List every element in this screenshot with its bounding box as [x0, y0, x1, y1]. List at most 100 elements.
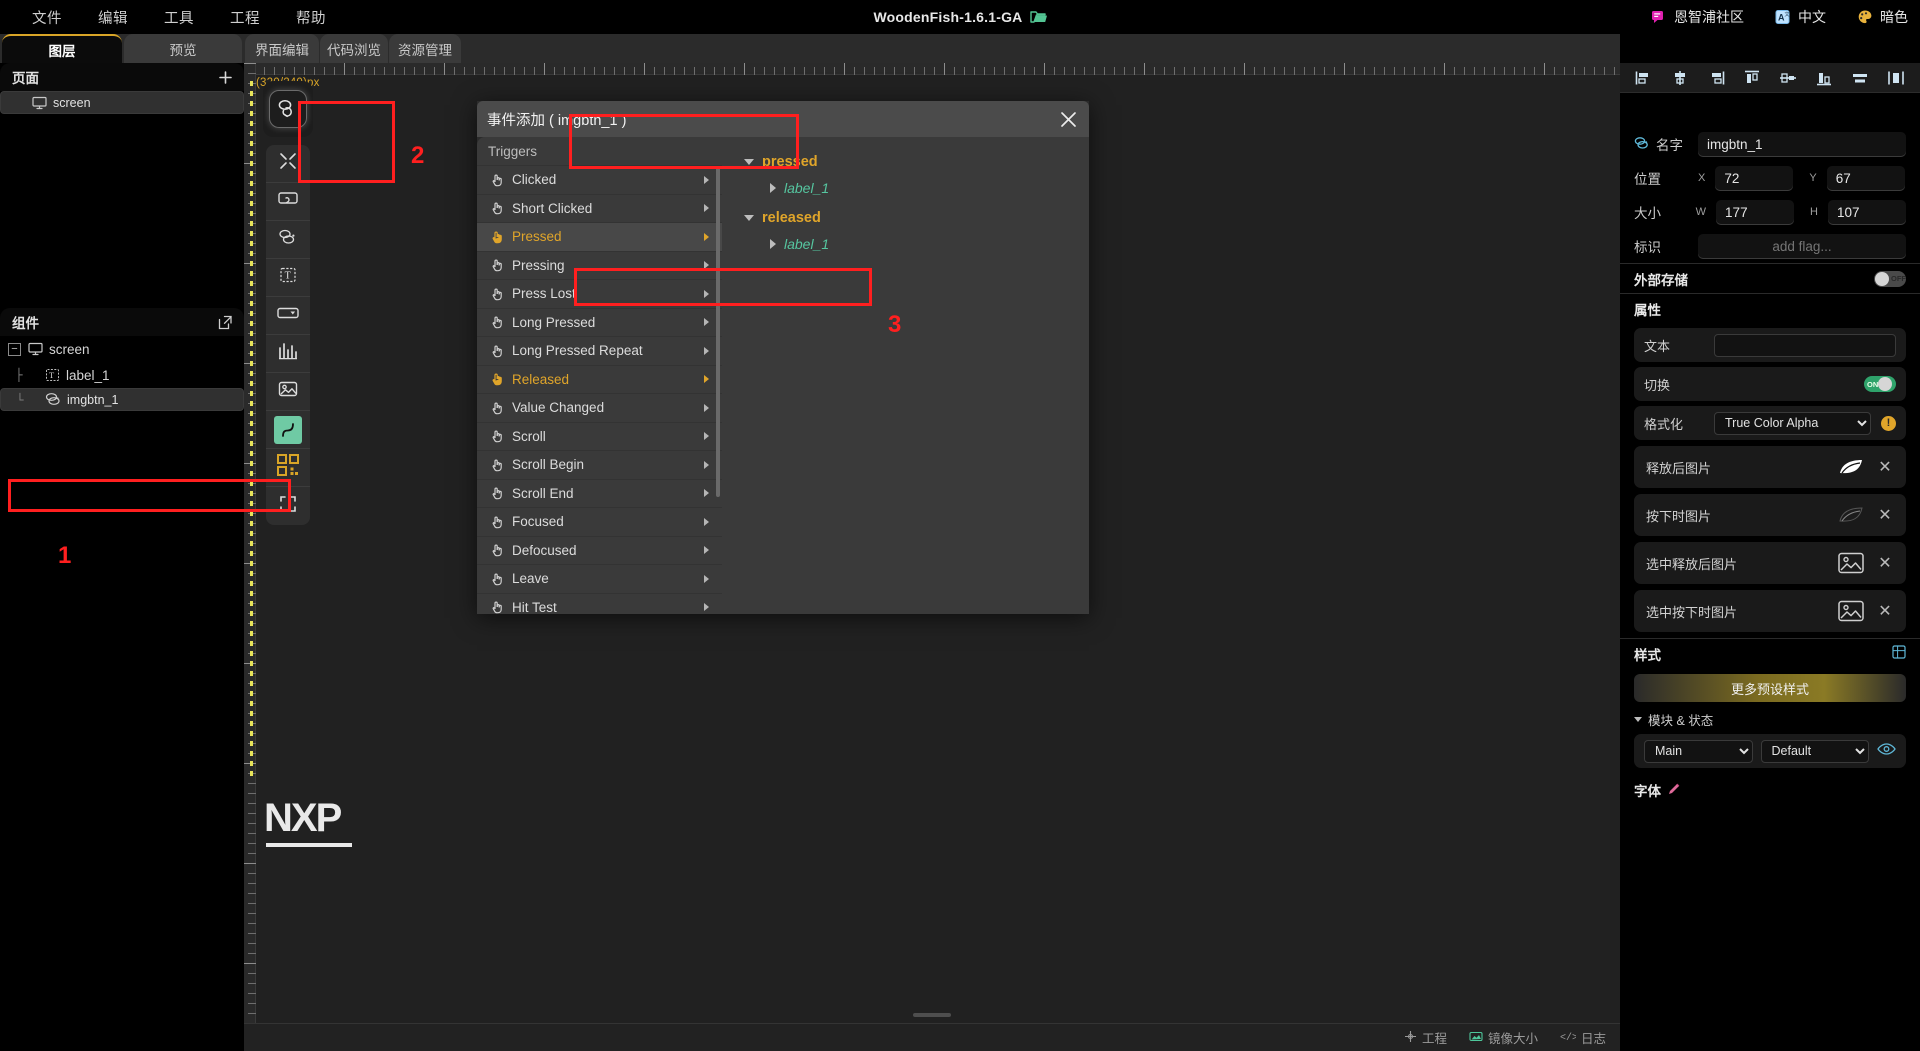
tab-ui-edit[interactable]: 界面编辑: [245, 34, 319, 63]
align-bottom-icon[interactable]: [1812, 67, 1836, 89]
close-icon[interactable]: ✕: [1876, 457, 1894, 477]
tree-item-imgbtn-1[interactable]: └ imgbtn_1: [0, 388, 244, 411]
state-select[interactable]: DefaultPressedCheckedDisabled: [1760, 739, 1869, 763]
image-slot-thumbnail[interactable]: [1836, 551, 1866, 575]
image-slot-thumbnail[interactable]: [1836, 503, 1866, 527]
trigger-item-long-pressed-repeat[interactable]: Long Pressed Repeat: [477, 336, 722, 365]
chevron-down-icon[interactable]: [1634, 717, 1642, 722]
status-project[interactable]: 工程: [1404, 1028, 1447, 1047]
trigger-item-long-pressed[interactable]: Long Pressed: [477, 307, 722, 337]
status-log[interactable]: </> 日志: [1560, 1028, 1606, 1047]
image-slot-thumbnail[interactable]: [1836, 599, 1866, 623]
event-node-released[interactable]: released: [722, 205, 1089, 231]
position-y-input[interactable]: [1826, 165, 1905, 191]
triggers-scrollbar[interactable]: [716, 167, 720, 497]
page-item-screen[interactable]: screen: [0, 91, 244, 114]
tab-resources[interactable]: 资源管理: [389, 34, 461, 63]
close-icon[interactable]: ✕: [1876, 601, 1894, 621]
trigger-item-hit-test[interactable]: Hit Test: [477, 592, 722, 614]
trigger-item-pressed[interactable]: Pressed: [477, 222, 722, 251]
trigger-item-scroll[interactable]: Scroll: [477, 421, 722, 451]
widget-tool-image-button[interactable]: [263, 81, 313, 137]
tree-item-screen[interactable]: − screen: [0, 336, 244, 362]
align-center-h-icon[interactable]: [1668, 67, 1692, 89]
image-slot-thumbnail[interactable]: [1836, 455, 1866, 479]
format-select[interactable]: True Color AlphaTrue ColorIndexed 8 bit: [1714, 411, 1871, 435]
external-link-icon[interactable]: [216, 313, 234, 331]
triggers-list[interactable]: Triggers Clicked Short Clicked Pressed Pres…: [477, 137, 722, 614]
widget-tool-curve[interactable]: [266, 411, 310, 449]
align-top-icon[interactable]: [1740, 67, 1764, 89]
size-w-input[interactable]: [1716, 199, 1795, 225]
widget-tool-label[interactable]: T: [266, 259, 310, 297]
events-tree[interactable]: pressed label_1 released label_1: [722, 137, 1089, 614]
widget-tool-chart[interactable]: [266, 335, 310, 373]
widget-tool-fullscreen[interactable]: [266, 487, 310, 525]
trigger-item-focused[interactable]: Focused: [477, 507, 722, 536]
tab-layers[interactable]: 图层: [2, 34, 122, 63]
image-slot-3[interactable]: 选中按下时图片 ✕: [1634, 590, 1906, 632]
widget-tool-button[interactable]: [266, 183, 310, 221]
trigger-item-scroll-end[interactable]: Scroll End: [477, 478, 722, 508]
trigger-item-released[interactable]: Released: [477, 364, 722, 394]
ruler-tick: [248, 853, 256, 854]
font-pen-icon[interactable]: [1667, 782, 1681, 799]
close-icon[interactable]: ✕: [1876, 553, 1894, 573]
close-icon[interactable]: ✕: [1876, 505, 1894, 525]
tree-item-label-1[interactable]: ├ T label_1: [0, 362, 244, 388]
more-preset-styles-button[interactable]: 更多预设样式: [1634, 674, 1906, 702]
widget-tool-qrcode[interactable]: [266, 449, 310, 487]
text-attribute-input[interactable]: [1714, 333, 1896, 357]
trigger-item-scroll-begin[interactable]: Scroll Begin: [477, 450, 722, 479]
language-switch[interactable]: A文 中文: [1774, 7, 1826, 27]
name-input[interactable]: [1698, 131, 1906, 157]
community-link[interactable]: 恩智浦社区: [1650, 7, 1744, 27]
folder-open-icon[interactable]: [1029, 10, 1047, 24]
align-right-icon[interactable]: [1704, 67, 1728, 89]
properties-scroll-area[interactable]: 名字 位置 X Y 大小 W H 标识: [1620, 127, 1920, 1051]
distribute-h-icon[interactable]: [1848, 67, 1872, 89]
flag-input[interactable]: [1698, 233, 1906, 259]
format-warning-badge[interactable]: !: [1881, 415, 1896, 431]
tab-code-view[interactable]: 代码浏览: [320, 34, 388, 63]
theme-switch[interactable]: 暗色: [1856, 7, 1908, 27]
status-image-size[interactable]: 镜像大小: [1469, 1028, 1538, 1047]
caret-down-icon[interactable]: [744, 215, 754, 221]
caret-right-icon[interactable]: [770, 183, 776, 193]
widget-tool-collapse[interactable]: [266, 145, 310, 183]
event-node-pressed[interactable]: pressed: [722, 149, 1089, 175]
distribute-v-icon[interactable]: [1884, 67, 1908, 89]
trigger-item-clicked[interactable]: Clicked: [477, 165, 722, 194]
trigger-item-value-changed[interactable]: Value Changed: [477, 393, 722, 422]
trigger-item-leave[interactable]: Leave: [477, 564, 722, 593]
canvas-resize-grip[interactable]: [913, 1013, 951, 1017]
trigger-item-pressing[interactable]: Pressing: [477, 250, 722, 280]
widget-tool-image-button-2[interactable]: [266, 221, 310, 259]
eye-icon[interactable]: [1877, 742, 1896, 761]
event-target-label_1[interactable]: label_1: [722, 175, 1089, 201]
expander-toggle[interactable]: −: [8, 342, 21, 356]
module-select[interactable]: MainItemsIndicator: [1644, 739, 1753, 763]
caret-right-icon[interactable]: [770, 239, 776, 249]
external-storage-toggle[interactable]: OFF: [1874, 270, 1906, 287]
tab-preview[interactable]: 预览: [124, 34, 242, 63]
event-target-label_1[interactable]: label_1: [722, 231, 1089, 257]
trigger-item-press-lost[interactable]: Press Lost: [477, 279, 722, 308]
close-icon[interactable]: [1057, 108, 1079, 130]
style-grid-icon[interactable]: [1892, 645, 1906, 662]
position-x-input[interactable]: [1715, 165, 1794, 191]
event-add-dialog[interactable]: 事件添加 ( imgbtn_1 ) Triggers Clicked Short …: [477, 101, 1089, 614]
plus-icon[interactable]: [216, 68, 234, 86]
image-slot-0[interactable]: 释放后图片 ✕: [1634, 446, 1906, 488]
trigger-item-defocused[interactable]: Defocused: [477, 535, 722, 565]
image-slot-1[interactable]: 按下时图片 ✕: [1634, 494, 1906, 536]
widget-tool-image[interactable]: [266, 373, 310, 411]
caret-down-icon[interactable]: [744, 159, 754, 165]
align-middle-v-icon[interactable]: [1776, 67, 1800, 89]
size-h-input[interactable]: [1828, 199, 1906, 225]
toggle-attribute-switch[interactable]: ON: [1864, 376, 1896, 392]
trigger-item-short-clicked[interactable]: Short Clicked: [477, 193, 722, 223]
align-left-icon[interactable]: [1632, 67, 1656, 89]
widget-tool-dropdown[interactable]: [266, 297, 310, 335]
image-slot-2[interactable]: 选中释放后图片 ✕: [1634, 542, 1906, 584]
